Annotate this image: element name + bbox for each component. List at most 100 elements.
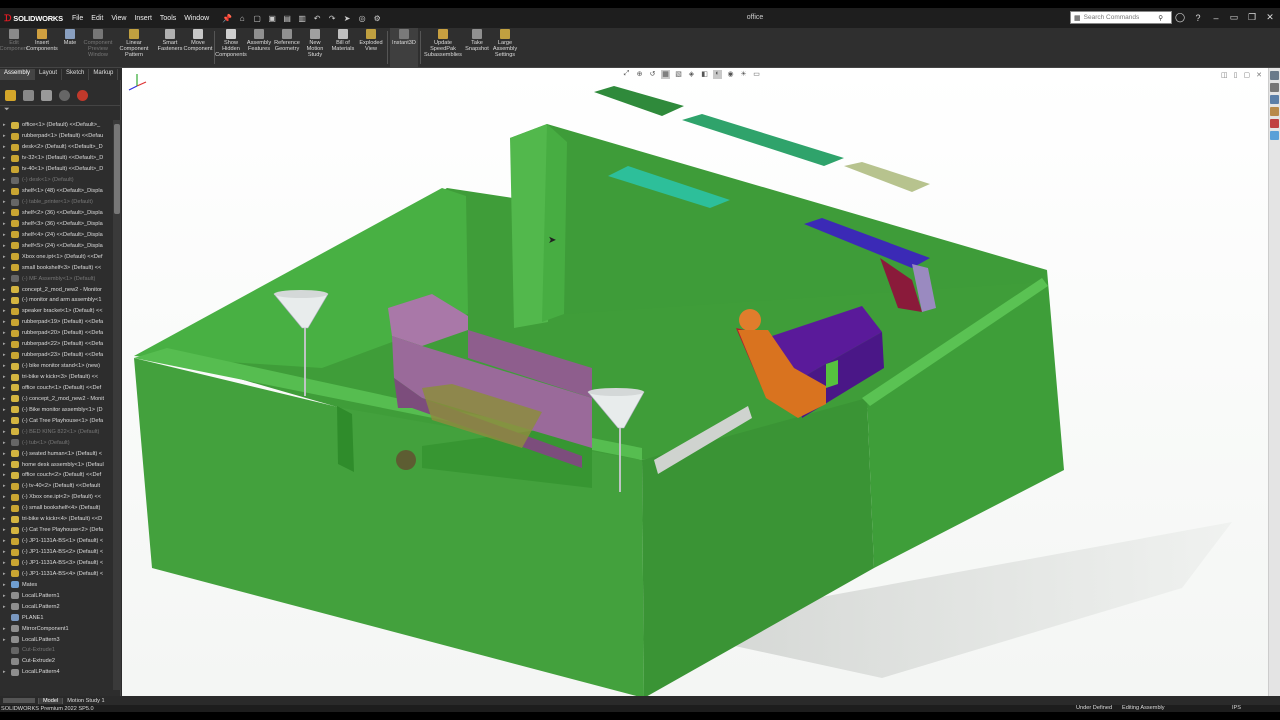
tree-item[interactable]: ▸ (-) Cat Tree Playhouse<1> (Defa (0, 415, 113, 426)
instant3d-button[interactable]: Instant3D (390, 28, 418, 67)
zoom-to-area-icon[interactable]: ⊕ (635, 70, 644, 79)
expand-arrow-icon[interactable]: ▸ (3, 287, 11, 293)
tree-item[interactable]: ▸ (-) JP1-1131A-BS<1> (Default) < (0, 536, 113, 547)
expand-arrow-icon[interactable]: ▸ (3, 221, 11, 227)
tree-item[interactable]: ▸ speaker bracket<1> (Default) << (0, 306, 113, 317)
expand-arrow-icon[interactable]: ▸ (3, 571, 11, 577)
new-motion-study-button[interactable]: New Motion Study (301, 28, 329, 67)
close-icon[interactable]: ✕ (1264, 11, 1276, 24)
expand-arrow-icon[interactable]: ▸ (3, 199, 11, 205)
undo-icon[interactable]: ↶ (311, 12, 323, 24)
hide-show-items-icon[interactable]: ◐ (713, 70, 722, 79)
tree-item[interactable]: ▸ Xbox one.ipt<1> (Default) <<Def (0, 251, 113, 262)
expand-arrow-icon[interactable]: ▸ (3, 516, 11, 522)
select-icon[interactable]: ➤ (341, 12, 353, 24)
expand-arrow-icon[interactable]: ▸ (3, 637, 11, 643)
take-snapshot-button[interactable]: Take Snapshot (463, 28, 491, 67)
tab-layout[interactable]: Layout (35, 69, 63, 80)
expand-arrow-icon[interactable]: ▸ (3, 669, 11, 675)
maximize-icon[interactable]: ❐ (1246, 11, 1258, 24)
expand-arrow-icon[interactable]: ▸ (3, 462, 11, 468)
expand-arrow-icon[interactable]: ▸ (3, 418, 11, 424)
home-icon[interactable]: ⌂ (236, 12, 248, 24)
pin-icon[interactable]: 📌 (221, 12, 233, 24)
mate-button[interactable]: Mate (56, 28, 84, 67)
tree-item[interactable]: ▸ shelf<4> (24) <<Default>_Displa (0, 229, 113, 240)
tab-model[interactable]: Model (38, 697, 63, 704)
tab-scroll-arrows[interactable] (3, 698, 35, 703)
tree-item[interactable]: ▸ small bookshelf<3> (Default) << (0, 262, 113, 273)
show-hidden-components-button[interactable]: Show Hidden Components (215, 28, 247, 67)
tree-item[interactable]: ▸ (-) Xbox one.ipt<2> (Default) << (0, 492, 113, 503)
graphics-viewport[interactable]: ➤ ⤢ ⊕ ↺ ▦ ▧ ◈ ◧ ◐ ◉ ☀ ▭ ◫ ▯ ▢ ✕ (122, 68, 1268, 696)
apply-scene-icon[interactable]: ☀ (739, 70, 748, 79)
expand-arrow-icon[interactable]: ▸ (3, 363, 11, 369)
zoom-to-fit-icon[interactable]: ⤢ (622, 70, 631, 79)
tree-item[interactable]: ▸ (-) tub<1> (Default) (0, 437, 113, 448)
edit-appearance-icon[interactable]: ◉ (726, 70, 735, 79)
tree-item[interactable]: ▸ rubberpad<19> (Default) <<Defa (0, 317, 113, 328)
featuremanager-tab-icon[interactable] (5, 90, 16, 101)
expand-arrow-icon[interactable]: ▸ (3, 429, 11, 435)
tree-item[interactable]: ▸ (-) seated human<1> (Default) < (0, 448, 113, 459)
appearances-icon[interactable] (1270, 119, 1279, 128)
exploded-view-button[interactable]: Exploded View (357, 28, 385, 67)
print-icon[interactable]: ▥ (296, 12, 308, 24)
tree-item[interactable]: ▸ LocalLPattern3 (0, 634, 113, 645)
expand-arrow-icon[interactable]: ▸ (3, 330, 11, 336)
split-view-icon[interactable]: ◫ (1221, 71, 1228, 79)
reference-geometry-button[interactable]: Reference Geometry (273, 28, 301, 67)
tree-item[interactable]: ▸ (-) MF Assembly<1> (Default) (0, 273, 113, 284)
expand-arrow-icon[interactable]: ▸ (3, 505, 11, 511)
tree-item[interactable]: ▸ rubberpad<23> (Default) <<Defa (0, 350, 113, 361)
edit-component-button[interactable]: Edit Component (0, 28, 28, 67)
expand-arrow-icon[interactable]: ▸ (3, 626, 11, 632)
tree-item[interactable]: ▸ rubberpad<22> (Default) <<Defa (0, 339, 113, 350)
custom-properties-icon[interactable] (1270, 131, 1279, 140)
tab-motion-study-1[interactable]: Motion Study 1 (62, 697, 108, 704)
previous-view-icon[interactable]: ↺ (648, 70, 657, 79)
expand-arrow-icon[interactable]: ▸ (3, 352, 11, 358)
expand-arrow-icon[interactable]: ▸ (3, 451, 11, 457)
dimxpert-tab-icon[interactable] (59, 90, 70, 101)
component-preview-window-button[interactable]: Component Preview Window (84, 28, 112, 67)
propertymanager-tab-icon[interactable] (23, 90, 34, 101)
tree-item[interactable]: Cut-Extrude1 (0, 645, 113, 656)
expand-arrow-icon[interactable]: ▸ (3, 582, 11, 588)
tree-item[interactable]: ▸ rubberpad<20> (Default) <<Defa (0, 328, 113, 339)
update-speedpak-subassemblies-button[interactable]: Update SpeedPak Subassemblies (423, 28, 463, 67)
menu-view[interactable]: View (107, 15, 130, 22)
search-commands-input[interactable]: ▦ Search Commands ⚲ (1070, 11, 1172, 24)
help-icon[interactable]: ? (1192, 11, 1204, 24)
expand-arrow-icon[interactable]: ▸ (3, 494, 11, 500)
tree-item[interactable]: ▸ desk<2> (Default) <<Default>_D (0, 142, 113, 153)
large-assembly-settings-button[interactable]: Large Assembly Settings (491, 28, 519, 67)
tree-item[interactable]: ▸ LocalLPattern1 (0, 590, 113, 601)
view-settings-icon[interactable]: ▭ (752, 70, 761, 79)
tree-item[interactable]: ▸ shelf<3> (36) <<Default>_Displa (0, 218, 113, 229)
expand-arrow-icon[interactable]: ▸ (3, 297, 11, 303)
tree-item[interactable]: ▸ shelf<5> (24) <<Default>_Displa (0, 240, 113, 251)
expand-arrow-icon[interactable]: ▸ (3, 155, 11, 161)
expand-arrow-icon[interactable]: ▸ (3, 374, 11, 380)
expand-arrow-icon[interactable]: ▸ (3, 319, 11, 325)
expand-arrow-icon[interactable]: ▸ (3, 210, 11, 216)
solidworks-logo[interactable]: ᗪ SOLIDWORKS (0, 13, 64, 24)
insert-components-button[interactable]: Insert Components (26, 28, 58, 67)
expand-arrow-icon[interactable]: ▸ (3, 177, 11, 183)
dynamic-annotation-icon[interactable]: ▧ (674, 70, 683, 79)
view-palette-icon[interactable] (1270, 107, 1279, 116)
tree-item[interactable]: ▸ (-) JP1-1131A-BS<4> (Default) < (0, 568, 113, 579)
tab-markup[interactable]: Markup (89, 69, 119, 80)
assembly-features-button[interactable]: Assembly Features (245, 28, 273, 67)
tree-item[interactable]: ▸ (-) tv-40<2> (Default) <<Default (0, 481, 113, 492)
tab-assembly[interactable]: Assembly (0, 69, 36, 80)
tree-item[interactable]: ▸ (-) monitor and arm assembly<1 (0, 295, 113, 306)
tree-item[interactable]: ▸ (-) Cat Tree Playhouse<2> (Defa (0, 525, 113, 536)
tree-item[interactable]: ▸ (-) table_printer<1> (Default) (0, 197, 113, 208)
tree-item[interactable]: ▸ (-) concept_2_mod_new2 - Monit (0, 393, 113, 404)
expand-arrow-icon[interactable]: ▸ (3, 254, 11, 260)
tree-item[interactable]: ▸ (-) JP1-1131A-BS<3> (Default) < (0, 558, 113, 569)
expand-arrow-icon[interactable]: ▸ (3, 276, 11, 282)
tree-item[interactable]: ▸ (-) desk<1> (Default) (0, 175, 113, 186)
